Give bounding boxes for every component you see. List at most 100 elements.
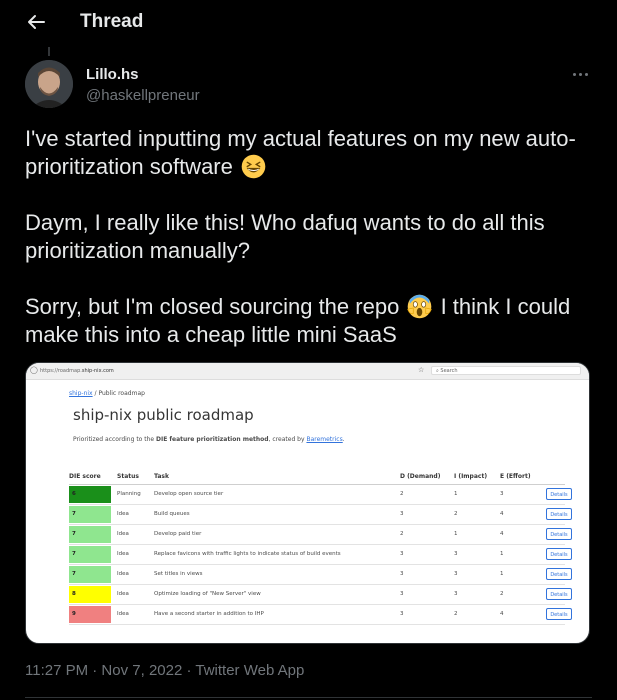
effort-cell: 1 [500, 571, 504, 577]
table-row: 7 Idea Set titles in views 3 3 1 Details [69, 565, 572, 585]
impact-cell: 1 [454, 491, 458, 497]
header: Thread [0, 0, 617, 46]
die-score-cell: 7 [69, 566, 111, 583]
column-header: Task [154, 473, 169, 480]
column-header: DIE score [69, 473, 101, 480]
subtitle-mid: , created by [268, 436, 307, 443]
demand-cell: 2 [400, 491, 404, 497]
status-cell: Idea [117, 611, 129, 617]
tweet-text: I've started inputting my actual feature… [25, 125, 600, 349]
subtitle-prefix: Prioritized according to the [73, 436, 157, 443]
table-row: 6 Planning Develop open source tier 2 1 3 Deta… [69, 485, 572, 505]
avatar[interactable] [25, 60, 73, 108]
breadcrumb: ship-nix / Public roadmap [69, 390, 145, 397]
browser-toolbar: ◯ https://roadmap.ship-nix.com ☆ ⌕ Searc… [26, 363, 589, 380]
die-score-cell: 7 [69, 526, 111, 543]
tweet-paragraph: Sorry, but I'm closed sourcing the repo … [25, 293, 600, 349]
column-header: E (Effort) [500, 473, 531, 480]
task-cell: Replace favicons with traffic lights to … [154, 551, 341, 557]
tweet-timestamp[interactable]: 11:27 PM · Nov 7, 2022 · Twitter Web App [25, 662, 304, 679]
demand-cell: 3 [400, 591, 404, 597]
face-screaming-in-fear-icon [407, 294, 433, 319]
back-button[interactable] [22, 8, 50, 36]
subtitle-method: DIE feature prioritization method [156, 436, 269, 443]
shield-icon: ◯ [30, 366, 38, 374]
demand-cell: 3 [400, 551, 404, 557]
table-row: 8 Idea Optimize loading of "New Server" vi… [69, 585, 572, 605]
roadmap-page: ship-nix / Public roadmap ship-nix publi… [26, 379, 589, 643]
status-cell: Idea [117, 551, 129, 557]
table-body: 6 Planning Develop open source tier 2 1 3 Deta… [69, 485, 572, 625]
status-cell: Idea [117, 511, 129, 517]
details-button: Details [546, 588, 572, 600]
column-header: Status [117, 473, 139, 480]
browser-url: https://roadmap.ship-nix.com [40, 368, 114, 374]
star-icon: ☆ [418, 366, 425, 374]
status-cell: Idea [117, 591, 129, 597]
details-button: Details [546, 528, 572, 540]
tweet-paragraph: Daym, I really like this! Who dafuq want… [25, 210, 545, 263]
details-button: Details [546, 508, 572, 520]
task-cell: Develop paid tier [154, 531, 202, 537]
impact-cell: 2 [454, 611, 458, 617]
back-arrow-icon [28, 15, 45, 29]
impact-cell: 2 [454, 511, 458, 517]
page-title: Thread [80, 11, 144, 32]
more-dot [572, 72, 576, 76]
roadmap-table: DIE score Status Task D (Demand) I (Impa… [69, 469, 572, 625]
author-handle[interactable]: @haskellpreneur [86, 87, 200, 104]
task-cell: Set titles in views [154, 571, 203, 577]
demand-cell: 3 [400, 611, 404, 617]
die-score-cell: 7 [69, 506, 111, 523]
task-cell: Develop open source tier [154, 491, 224, 497]
details-button: Details [546, 568, 572, 580]
die-score-cell: 7 [69, 546, 111, 563]
subtitle-link: Baremetrics [306, 436, 343, 443]
search-placeholder: Search [440, 368, 458, 374]
more-dot [584, 72, 588, 76]
effort-cell: 3 [500, 491, 504, 497]
effort-cell: 2 [500, 591, 504, 597]
table-row: 7 Idea Replace favicons with traffic light… [69, 545, 572, 565]
die-score-cell: 9 [69, 606, 111, 623]
url-prefix: https://roadmap. [40, 368, 82, 374]
details-button: Details [546, 488, 572, 500]
task-cell: Have a second starter in addition to IHP [154, 611, 264, 617]
effort-cell: 1 [500, 551, 504, 557]
more-options-button[interactable] [568, 64, 592, 84]
impact-cell: 1 [454, 531, 458, 537]
impact-cell: 3 [454, 591, 458, 597]
task-cell: Build queues [154, 511, 190, 517]
browser-search-box: ⌕ Search [431, 366, 581, 375]
subtitle-suffix: . [342, 436, 345, 443]
table-row: 7 Idea Develop paid tier 2 1 4 Details [69, 525, 572, 545]
details-button: Details [546, 548, 572, 560]
impact-cell: 3 [454, 551, 458, 557]
tweet-paragraph: I've started inputting my actual feature… [25, 125, 600, 181]
url-host: ship-nix.com [81, 368, 114, 374]
avatar-photo-icon [25, 60, 73, 108]
demand-cell: 3 [400, 511, 404, 517]
author-name[interactable]: Lillo.hs [86, 66, 139, 83]
status-cell: Planning [117, 491, 141, 497]
table-row: 9 Idea Have a second starter in addition t… [69, 605, 572, 625]
effort-cell: 4 [500, 611, 504, 617]
grinning-squinting-face-icon [241, 154, 266, 179]
details-button: Details [546, 608, 572, 620]
die-score-cell: 8 [69, 586, 111, 603]
column-header: D (Demand) [400, 473, 441, 480]
breadcrumb-current: Public roadmap [98, 390, 145, 397]
effort-cell: 4 [500, 531, 504, 537]
table-row: 7 Idea Build queues 3 2 4 Details [69, 505, 572, 525]
tweet-text-line: Sorry, but I'm closed sourcing the repo [25, 294, 400, 319]
divider [25, 697, 592, 698]
thread-connector-line [48, 47, 50, 56]
demand-cell: 3 [400, 571, 404, 577]
tweet-text-line: I've started inputting my actual feature… [25, 126, 576, 179]
breadcrumb-root: ship-nix [69, 390, 93, 397]
effort-cell: 4 [500, 511, 504, 517]
roadmap-subtitle: Prioritized according to the DIE feature… [73, 436, 345, 443]
attached-screenshot[interactable]: ◯ https://roadmap.ship-nix.com ☆ ⌕ Searc… [25, 362, 590, 644]
impact-cell: 3 [454, 571, 458, 577]
more-dot [578, 72, 582, 76]
